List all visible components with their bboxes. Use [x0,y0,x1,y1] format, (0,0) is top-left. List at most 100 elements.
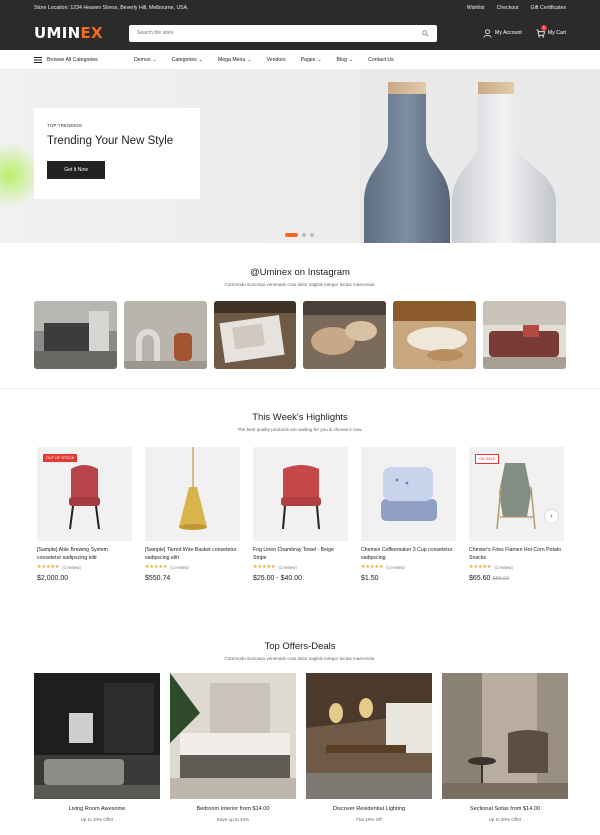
instagram-grid [0,301,600,369]
offer-title[interactable]: Discover Residential Lighting [306,806,432,812]
store-location: Store Location: 1234 Heaven Stress, Beve… [34,5,189,11]
product-name[interactable]: [Sample] Able Brewing System consetetur … [37,547,132,562]
browse-categories-button[interactable]: Browse All Categories [34,56,134,63]
instagram-photo[interactable] [123,301,207,369]
main-nav: Browse All Categories Demos ⌄ Categories ⌄… [0,50,600,70]
instagram-title: @Uminex on Instagram [250,267,350,278]
out-of-stock-badge: OUT OF STOCK [43,454,78,462]
browse-label: Browse All Categories [47,56,98,63]
top-links: Wishlist Checkout Gift Certificates [467,5,566,11]
logo-main: UMIN [34,24,81,42]
offer-title[interactable]: Living Room Awesome [34,806,160,812]
product-image[interactable] [145,447,240,541]
nav-item-vendors[interactable]: Vendors [267,57,286,63]
product-card[interactable]: Chemex Coffeemaker 3 Cup consetetur sadi… [361,447,456,582]
offer-image[interactable] [34,673,160,799]
rating: ★★★★★ (1 review) [253,564,348,570]
product-name[interactable]: Chemex Coffeemaker 3 Cup consetetur sadi… [361,547,456,562]
product-price: $1.50 [361,575,379,582]
offer-card[interactable]: Bedroom Interior from $14.00 Save up to … [170,673,296,822]
rating: ★★★★★ (1 review) [469,564,564,570]
logo-accent: EX [80,24,103,42]
offers-subtitle: Commodo sociosqu venenatis cras dolor sa… [224,656,376,661]
review-count: (1 review) [494,564,513,570]
nav-item-categories[interactable]: Categories ⌄ [172,57,203,63]
hero-kicker: TOP TRENDING [47,123,83,128]
offer-image[interactable] [306,673,432,799]
product-image[interactable] [253,447,348,541]
product-image[interactable]: ON SALE [469,447,564,541]
checkout-link[interactable]: Checkout [497,5,519,11]
wishlist-link[interactable]: Wishlist [467,5,485,11]
offer-image[interactable] [170,673,296,799]
offer-subtitle: Up to 10% Offer [80,817,114,822]
offer-title[interactable]: Bedroom Interior from $14.00 [170,806,296,812]
top-bar: Store Location: 1234 Heaven Stress, Beve… [0,0,600,16]
nav-label: Pages [300,56,316,63]
rating: ★★★★★ (1 review) [145,564,240,570]
carousel-next-button[interactable]: › [544,509,559,524]
offer-title[interactable]: Sectional Sofas from $14.00 [442,806,568,812]
nav-item-blog[interactable]: Blog ⌄ [337,57,354,63]
chevron-down-icon: ⌄ [198,56,203,63]
hero-banner: TOP TRENDING Trending Your New Style Get… [0,70,600,243]
product-card[interactable]: OUT OF STOCK [Sample] Able Brewing Syste… [37,447,132,582]
nav-items: Demos ⌄ Categories ⌄ Mega Menu ⌄ Vendors Pa… [134,57,394,63]
nav-item-contact[interactable]: Contact Us [368,57,394,63]
instagram-photo[interactable] [303,301,387,369]
product-image[interactable] [361,447,456,541]
product-card[interactable]: [Sample] Tiered Wire Basket consetetur s… [145,447,240,582]
header-actions: My Account 0 My Cart [483,24,566,38]
header: UMINEX My Account 0 My Cart [0,16,600,50]
my-cart-button[interactable]: 0 My Cart [536,24,566,38]
offer-card[interactable]: Sectional Sofas from $14.00 Up to 20% Of… [442,673,568,822]
hero-bottles-image [360,70,600,243]
nav-item-pages[interactable]: Pages ⌄ [301,57,322,63]
instagram-photo[interactable] [34,301,117,369]
nav-label: Vendors [266,56,286,63]
sale-price: $65.60 [469,575,491,582]
product-name[interactable]: [Sample] Tiered Wire Basket consetetur s… [145,547,240,562]
nav-item-demos[interactable]: Demos ⌄ [134,57,157,63]
nav-label: Categories [171,56,197,63]
instagram-photo[interactable] [393,301,477,369]
product-name[interactable]: Chester's Fries Flamen Hot Corn Potato S… [469,547,564,562]
product-name[interactable]: Fog Linen Chambray Towel - Beige Stripe [253,547,348,562]
star-icons: ★★★★★ [361,564,384,570]
slider-dot[interactable] [310,233,314,237]
offer-card[interactable]: Living Room Awesome Up to 10% Offer [34,673,160,822]
my-cart-label: My Cart [547,30,566,36]
instagram-photo[interactable] [213,301,297,369]
nav-item-mega-menu[interactable]: Mega Menu ⌄ [218,57,252,63]
offers-section: Top Offers-Deals Commodo sociosqu venena… [0,633,600,822]
product-card[interactable]: Fog Linen Chambray Towel - Beige Stripe … [253,447,348,582]
product-price: $65.60 $80.00 [469,575,564,582]
my-account-button[interactable]: My Account [483,28,522,38]
offer-image[interactable] [442,673,568,799]
menu-icon [34,56,42,63]
nav-label: Blog [336,56,347,63]
offers-title: Top Offers-Deals [264,641,336,652]
product-carousel: OUT OF STOCK [Sample] Able Brewing Syste… [0,447,600,582]
hero-card: TOP TRENDING Trending Your New Style Get… [34,108,200,199]
search-input[interactable] [137,30,337,36]
product-price: $2,000.00 [37,575,69,582]
star-icons: ★★★★★ [469,564,492,570]
product-image[interactable]: OUT OF STOCK [37,447,132,541]
review-count: (1 review) [386,564,405,570]
instagram-photo[interactable] [483,301,566,369]
old-price: $80.00 [492,576,510,582]
offer-card[interactable]: Discover Residential Lighting Flat 10% O… [306,673,432,822]
search-icon[interactable] [422,29,429,37]
product-price: $550.74 [145,575,171,582]
review-count: (1 review) [170,564,189,570]
slider-dot[interactable] [302,233,306,237]
chevron-down-icon: ⌄ [247,56,252,63]
hero-title: Trending Your New Style [47,135,174,147]
site-logo[interactable]: UMINEX [34,24,129,42]
highlights-section: This Week's Highlights The best quality … [0,389,600,633]
slider-dot[interactable] [285,233,298,237]
get-it-now-button[interactable]: Get It Now [47,161,105,179]
gift-certificates-link[interactable]: Gift Certificates [531,5,566,11]
chevron-right-icon: › [550,513,553,520]
